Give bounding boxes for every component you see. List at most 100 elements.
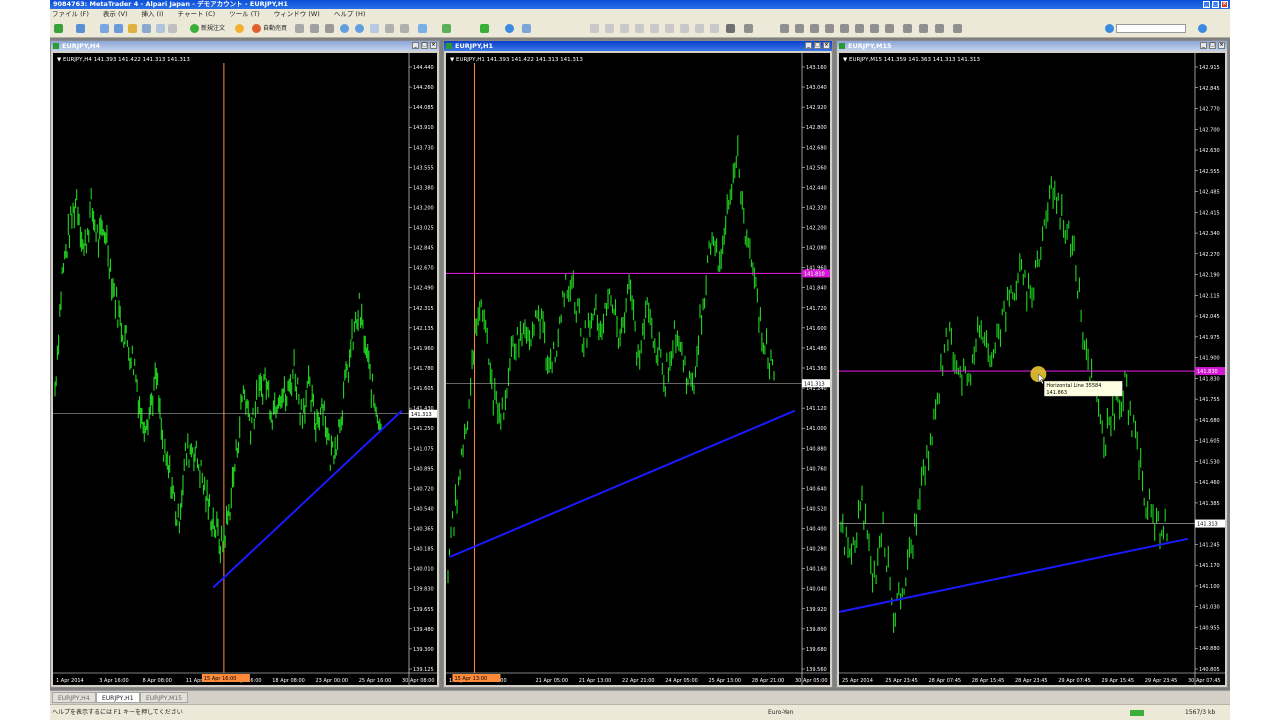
price-chart-svg[interactable]: ▼ EURJPY,H4 141.393 141.422 141.313 141.… — [53, 53, 437, 685]
tester-icon[interactable] — [156, 24, 165, 33]
zoom-out-icon[interactable] — [355, 24, 364, 33]
chart-minimize-button[interactable]: _ — [1200, 42, 1207, 49]
price-chart-svg[interactable]: ▼ EURJPY,M15 141.359 141.363 141.313 141… — [839, 53, 1225, 685]
chart-close-button[interactable]: × — [1218, 42, 1225, 49]
price-tick-label: 140.895 — [413, 466, 434, 472]
minimize-button[interactable]: _ — [1203, 1, 1210, 8]
horizontal-line-icon[interactable] — [795, 24, 804, 33]
price-tick-label: 139.920 — [806, 607, 827, 613]
bar-chart-icon[interactable] — [295, 24, 304, 33]
community-icon[interactable] — [1198, 24, 1207, 33]
price-tick-label: 143.555 — [413, 165, 434, 171]
crosshair-icon[interactable] — [744, 24, 753, 33]
status-bar: ヘルプを表示するには F1 キーを押してください Euro-Yen 1567/3… — [50, 704, 1230, 720]
label-icon[interactable] — [870, 24, 879, 33]
auto-trading-icon[interactable] — [252, 24, 261, 33]
fibonacci-icon[interactable] — [840, 24, 849, 33]
period-icon[interactable] — [442, 24, 451, 33]
market-watch-icon[interactable] — [100, 24, 109, 33]
add-icon[interactable] — [480, 24, 489, 33]
chart-plot-m15[interactable]: ▼ EURJPY,M15 141.359 141.363 141.313 141… — [839, 53, 1225, 685]
menu-help[interactable]: ヘルプ (H) — [334, 9, 366, 19]
new-order-icon[interactable] — [190, 24, 199, 33]
menu-view[interactable]: 表示 (V) — [103, 9, 128, 19]
candle-chart-icon[interactable] — [310, 24, 319, 33]
price-tick-label: 141.075 — [413, 446, 434, 452]
chart-window-m15[interactable]: EURJPY,M15 _ □ × ▼ EURJPY,M15 141.359 14… — [836, 40, 1228, 688]
menu-file[interactable]: ファイル (F) — [52, 9, 89, 19]
chart-maximize-button[interactable]: □ — [1209, 42, 1216, 49]
chart-close-button[interactable]: × — [430, 42, 437, 49]
chart-plot-h1[interactable]: ▼ EURJPY,H1 141.393 141.422 141.313 141.… — [446, 53, 830, 685]
maximize-button[interactable]: □ — [1212, 1, 1219, 8]
navigator-icon[interactable] — [128, 24, 137, 33]
chart-window-titlebar[interactable]: EURJPY,H1 _ □ × — [444, 41, 832, 51]
drawing-tools-icon[interactable] — [953, 24, 962, 33]
arrows-icon[interactable] — [885, 24, 894, 33]
chart-minimize-button[interactable]: _ — [412, 42, 419, 49]
menu-window[interactable]: ウィンドウ (W) — [274, 9, 320, 19]
vertical-line-icon[interactable] — [780, 24, 789, 33]
chart-close-button[interactable]: × — [823, 42, 830, 49]
tab-eurjpy-m15[interactable]: EURJPY,M15 — [140, 692, 188, 703]
price-tick-label: 143.200 — [413, 205, 434, 211]
chart-maximize-button[interactable]: □ — [814, 42, 821, 49]
indicators-icon[interactable] — [418, 24, 427, 33]
rectangle-icon[interactable] — [919, 24, 928, 33]
chart-window-h4[interactable]: EURJPY,H4 _ □ × ▼ EURJPY,H4 141.393 141.… — [50, 40, 440, 688]
text-icon[interactable] — [855, 24, 864, 33]
templates-icon[interactable] — [522, 24, 531, 33]
price-chart-svg[interactable]: ▼ EURJPY,H1 141.393 141.422 141.313 141.… — [446, 53, 830, 685]
price-tick-label: 141.170 — [1199, 563, 1220, 569]
search-icon[interactable] — [1105, 24, 1114, 33]
timeframe-m1-icon[interactable] — [590, 24, 599, 33]
channel-icon[interactable] — [825, 24, 834, 33]
tab-eurjpy-h4[interactable]: EURJPY,H4 — [52, 692, 96, 703]
shapes-icon[interactable] — [903, 24, 912, 33]
price-tick-label: 142.485 — [1199, 190, 1220, 196]
ellipse-icon[interactable] — [935, 24, 944, 33]
line-chart-icon[interactable] — [325, 24, 334, 33]
chart-maximize-button[interactable]: □ — [421, 42, 428, 49]
chart-window-h1[interactable]: EURJPY,H1 _ □ × ▼ EURJPY,H1 141.393 141.… — [443, 40, 833, 688]
price-tick-label: 141.900 — [1199, 356, 1220, 362]
chart-minimize-button[interactable]: _ — [805, 42, 812, 49]
search-input[interactable] — [1116, 24, 1186, 33]
timeframe-m5-icon[interactable] — [605, 24, 614, 33]
history-icon[interactable] — [168, 24, 177, 33]
expert-icon[interactable] — [235, 24, 244, 33]
auto-trading-button[interactable]: 自動売買 — [263, 24, 287, 33]
new-order-button[interactable]: 新規注文 — [201, 24, 225, 33]
menu-insert[interactable]: 挿入 (I) — [141, 9, 163, 19]
chart-window-titlebar[interactable]: EURJPY,H4 _ □ × — [51, 41, 439, 51]
chart-plot-h4[interactable]: ▼ EURJPY,H4 141.393 141.422 141.313 141.… — [53, 53, 437, 685]
timeframe-h4-icon[interactable] — [665, 24, 674, 33]
chart-shift-icon[interactable] — [400, 24, 409, 33]
cursor-icon[interactable] — [726, 24, 735, 33]
profiles-icon[interactable] — [76, 24, 85, 33]
price-tick-label: 143.910 — [413, 125, 434, 131]
timeframe-w1-icon[interactable] — [695, 24, 704, 33]
price-tick-label: 142.115 — [1199, 293, 1220, 299]
new-chart-icon[interactable] — [54, 24, 63, 33]
periodicity-icon[interactable] — [505, 24, 514, 33]
timeframe-m15-icon[interactable] — [620, 24, 629, 33]
trendline-icon[interactable] — [810, 24, 819, 33]
menu-charts[interactable]: チャート (C) — [178, 9, 216, 19]
tile-windows-icon[interactable] — [370, 24, 379, 33]
price-candles — [54, 188, 382, 564]
title-bar[interactable]: 9084763: MetaTrader 4 - Alpari Japan - デ… — [50, 0, 1230, 9]
tab-eurjpy-h1[interactable]: EURJPY,H1 — [96, 692, 140, 703]
auto-scroll-icon[interactable] — [385, 24, 394, 33]
zoom-in-icon[interactable] — [340, 24, 349, 33]
timeframe-mn-icon[interactable] — [710, 24, 719, 33]
data-window-icon[interactable] — [114, 24, 123, 33]
terminal-icon[interactable] — [142, 24, 151, 33]
timeframe-d1-icon[interactable] — [680, 24, 689, 33]
timeframe-m30-icon[interactable] — [635, 24, 644, 33]
timeframe-h1-icon[interactable] — [650, 24, 659, 33]
chart-window-titlebar[interactable]: EURJPY,M15 _ □ × — [837, 41, 1227, 51]
menu-tools[interactable]: ツール (T) — [229, 9, 260, 19]
connection-icon — [1130, 710, 1144, 716]
close-button[interactable]: × — [1221, 1, 1228, 8]
